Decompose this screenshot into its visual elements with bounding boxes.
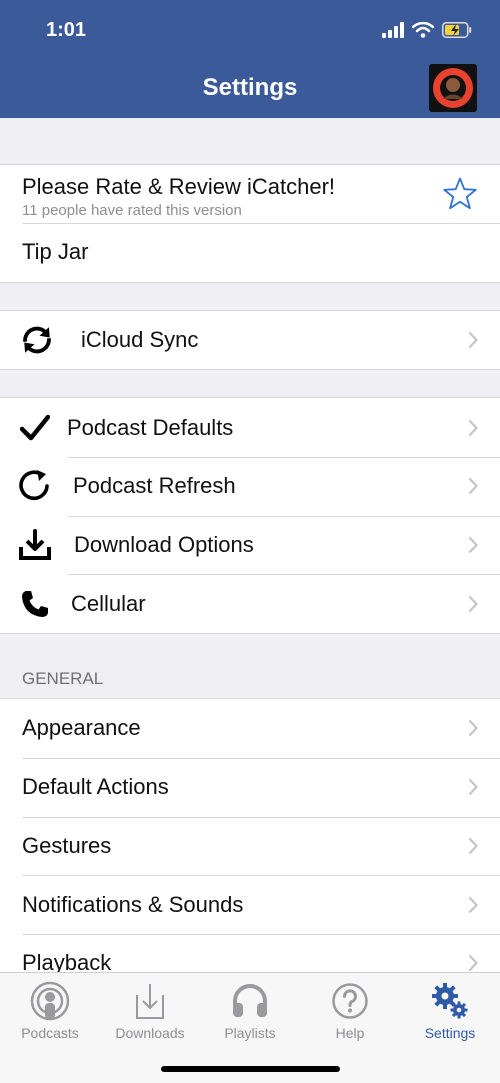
- chevron-right-icon: [468, 896, 478, 913]
- page-title: Settings: [202, 74, 298, 101]
- chevron-right-icon: [468, 536, 478, 554]
- playback-label: Playback: [22, 950, 112, 973]
- rate-review-title: Please Rate & Review iCatcher!: [22, 174, 336, 199]
- tab-playlists[interactable]: Playlists: [200, 979, 300, 1041]
- download-options-label: Download Options: [74, 532, 254, 558]
- chevron-right-icon: [468, 595, 478, 613]
- tab-help[interactable]: Help: [300, 979, 400, 1041]
- tab-downloads-label: Downloads: [115, 1025, 185, 1041]
- home-indicator: [161, 1066, 340, 1072]
- cellular-label: Cellular: [71, 590, 146, 616]
- podcast-defaults-row[interactable]: Podcast Defaults: [0, 398, 500, 457]
- icloud-sync-label: iCloud Sync: [81, 327, 199, 353]
- sync-group: iCloud Sync: [0, 309, 500, 371]
- gestures-row[interactable]: Gestures: [0, 816, 500, 876]
- general-group: Appearance Default Actions Gestures Noti…: [0, 698, 500, 973]
- tab-downloads[interactable]: Downloads: [100, 979, 200, 1041]
- default-actions-label: Default Actions: [22, 774, 169, 800]
- battery-icon: [442, 22, 472, 38]
- chevron-right-icon: [468, 419, 478, 436]
- rate-review-subtitle: 11 people have rated this version: [22, 202, 242, 219]
- downloads-icon: [136, 984, 164, 1019]
- chevron-right-icon: [468, 331, 478, 349]
- podcast-refresh-label: Podcast Refresh: [73, 473, 236, 499]
- phone-icon: [18, 587, 52, 621]
- rate-group: Please Rate & Review iCatcher! 11 people…: [0, 164, 500, 283]
- chevron-right-icon: [468, 478, 478, 495]
- podcast-artwork-icon: [433, 68, 473, 108]
- podcast-refresh-row[interactable]: Podcast Refresh: [0, 457, 500, 516]
- rate-review-row[interactable]: Please Rate & Review iCatcher! 11 people…: [0, 165, 500, 223]
- star-icon[interactable]: [442, 177, 478, 211]
- podcast-defaults-label: Podcast Defaults: [67, 414, 234, 440]
- general-section-header: GENERAL: [0, 634, 500, 698]
- tab-settings[interactable]: Settings: [400, 979, 500, 1041]
- tip-jar-label: Tip Jar: [22, 239, 89, 265]
- podcast-group: Podcast Defaults Podcast Refresh Downloa…: [0, 397, 500, 635]
- cellular-row[interactable]: Cellular: [0, 574, 500, 633]
- notifications-sounds-row[interactable]: Notifications & Sounds: [0, 875, 500, 934]
- appearance-row[interactable]: Appearance: [0, 699, 500, 758]
- appearance-label: Appearance: [22, 715, 141, 741]
- notifications-sounds-label: Notifications & Sounds: [22, 891, 244, 917]
- tab-podcasts[interactable]: Podcasts: [0, 979, 100, 1041]
- avatar[interactable]: [429, 64, 477, 112]
- status-time: 1:01: [46, 19, 87, 41]
- podcasts-icon: [30, 981, 70, 1021]
- status-icons: [382, 22, 472, 38]
- chevron-right-icon: [468, 778, 478, 796]
- sync-icon: [20, 323, 54, 357]
- checkmark-icon: [18, 411, 52, 445]
- chevron-right-icon: [468, 720, 478, 737]
- help-icon: [332, 983, 368, 1019]
- tab-help-label: Help: [335, 1025, 365, 1041]
- settings-list[interactable]: Please Rate & Review iCatcher! 11 people…: [0, 118, 500, 973]
- gestures-label: Gestures: [22, 832, 112, 858]
- default-actions-row[interactable]: Default Actions: [0, 757, 500, 817]
- headphones-icon: [233, 984, 267, 1017]
- signal-icon: [382, 22, 404, 38]
- gears-icon: [432, 983, 468, 1019]
- navigation-header: 1:01 Settings: [0, 0, 500, 118]
- chevron-right-icon: [468, 954, 478, 972]
- wifi-icon: [412, 22, 434, 38]
- tip-jar-row[interactable]: Tip Jar: [0, 223, 500, 282]
- general-section-title: GENERAL: [22, 669, 104, 689]
- tab-podcasts-label: Podcasts: [21, 1025, 79, 1041]
- chevron-right-icon: [468, 837, 478, 855]
- playback-row[interactable]: Playback: [0, 933, 500, 973]
- tab-playlists-label: Playlists: [224, 1025, 276, 1041]
- download-icon: [18, 528, 52, 562]
- refresh-icon: [18, 469, 52, 503]
- tab-settings-label: Settings: [424, 1025, 476, 1041]
- icloud-sync-row[interactable]: iCloud Sync: [0, 311, 500, 370]
- download-options-row[interactable]: Download Options: [0, 515, 500, 575]
